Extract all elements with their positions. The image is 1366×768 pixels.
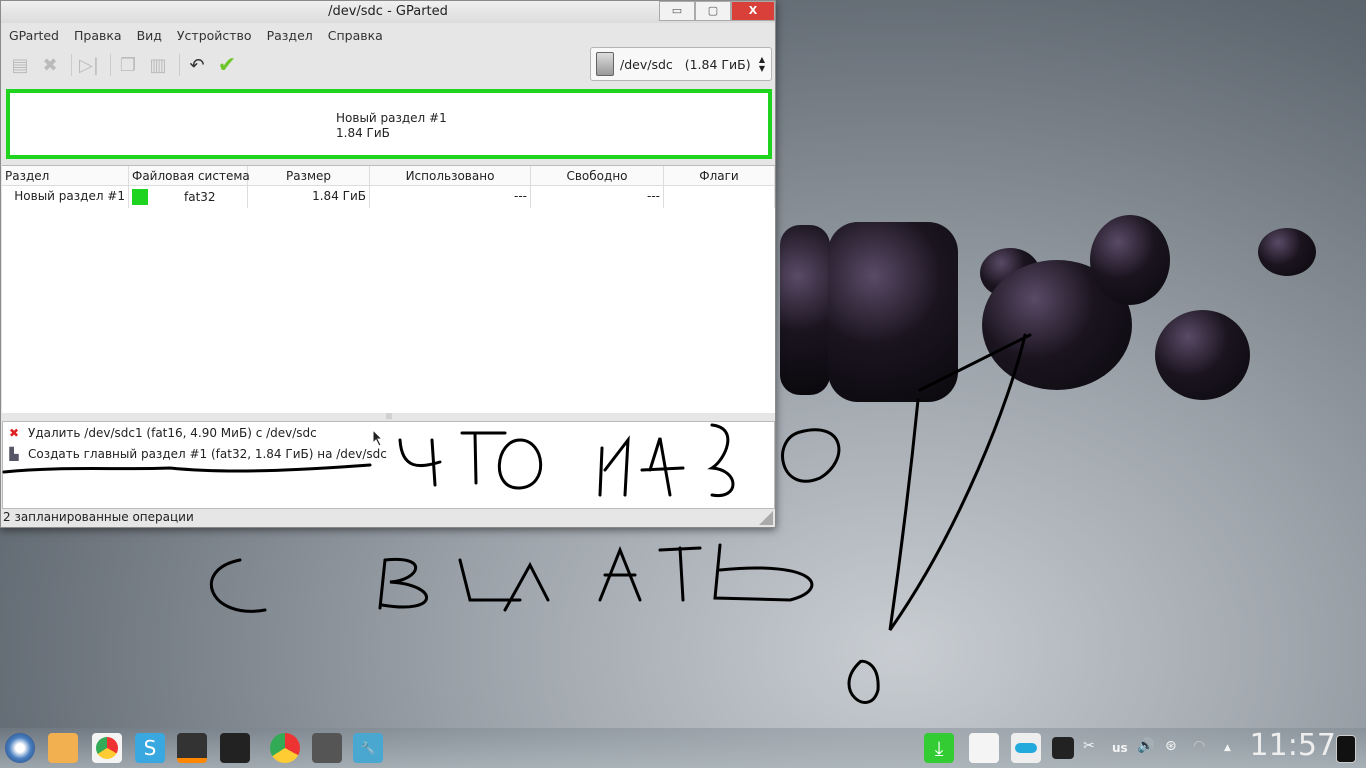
- chrome-icon[interactable]: [92, 733, 122, 763]
- terminal-app-icon[interactable]: [312, 733, 342, 763]
- handwritten-drawing: [2, 333, 1032, 704]
- tray-expand-icon[interactable]: ▲: [1224, 743, 1231, 753]
- download-icon[interactable]: ⤓: [924, 733, 954, 763]
- wifi-icon[interactable]: ◠: [1193, 738, 1205, 754]
- skype-icon[interactable]: S: [135, 733, 165, 763]
- keyboard-layout[interactable]: us: [1112, 741, 1128, 755]
- speaker-icon[interactable]: [1052, 737, 1074, 759]
- media-player-icon[interactable]: [177, 733, 207, 763]
- scissors-icon[interactable]: ✂: [1083, 738, 1095, 754]
- clock[interactable]: 11:57: [1250, 728, 1336, 763]
- usb-icon[interactable]: ⊛: [1165, 738, 1177, 754]
- volume-icon[interactable]: 🔊: [1137, 738, 1154, 754]
- taskbar: S 🔧 ⤓ ✂ us 🔊 ⊛ ◠ ▲ 11:57: [0, 728, 1366, 768]
- start-menu-icon[interactable]: [5, 733, 35, 763]
- window-list-icon[interactable]: [969, 733, 999, 763]
- toggle-icon[interactable]: [1011, 733, 1041, 763]
- file-manager-icon[interactable]: [48, 733, 78, 763]
- settings-icon[interactable]: 🔧: [353, 733, 383, 763]
- trash-icon[interactable]: [1336, 735, 1356, 763]
- mouse-cursor-icon: [372, 429, 384, 447]
- audio-player-icon[interactable]: [220, 733, 250, 763]
- chrome-icon[interactable]: [270, 733, 300, 763]
